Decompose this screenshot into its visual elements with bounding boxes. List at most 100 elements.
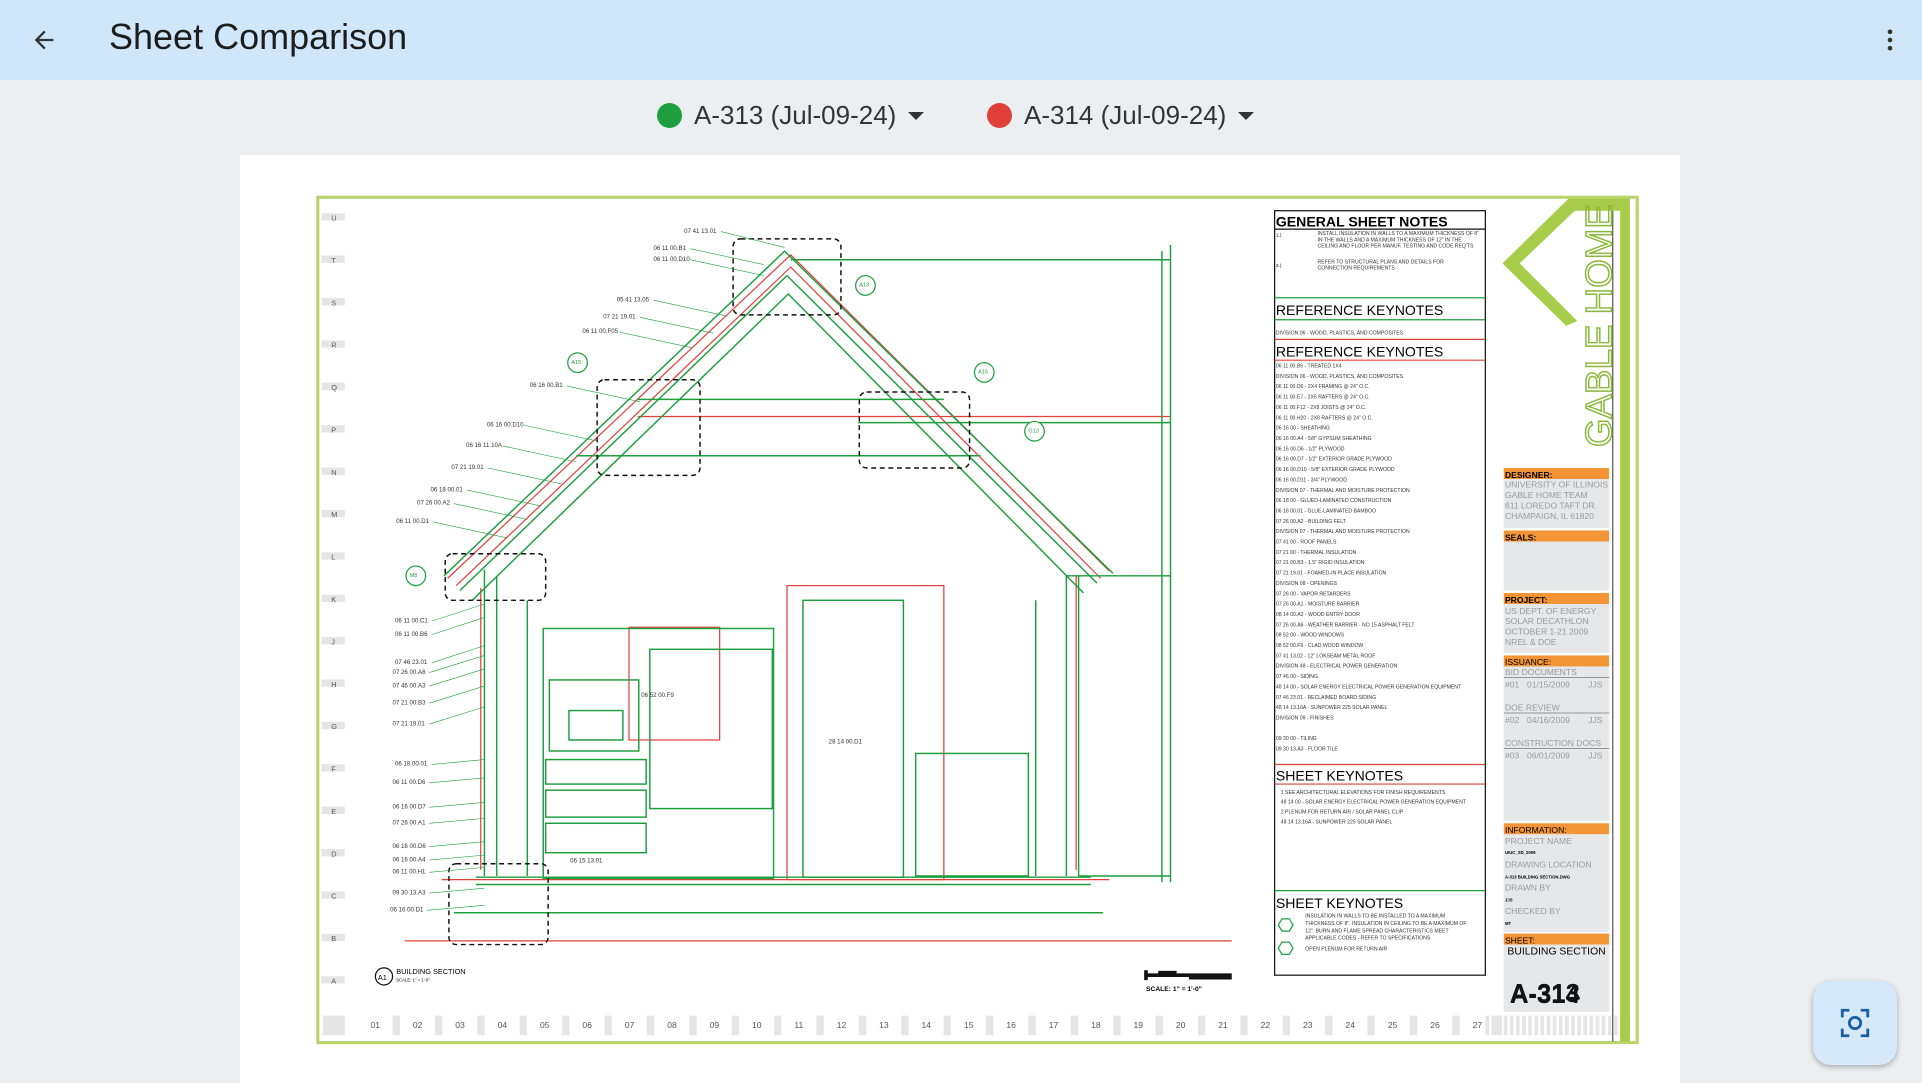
note-num: 1.) bbox=[1276, 232, 1282, 238]
keynote-label: 06 16 00.A4 bbox=[393, 856, 427, 863]
callout-label: M8 bbox=[410, 573, 418, 579]
grid-col-marker bbox=[816, 1015, 824, 1036]
grid-col-label: 09 bbox=[710, 1020, 720, 1030]
keynote-label: 06 16 00.D10 bbox=[487, 421, 524, 428]
sheet-keynote-line: INSULATION IN WALLS TO BE INSTALLED TO A… bbox=[1305, 914, 1445, 920]
grid-col-marker bbox=[646, 1015, 655, 1036]
leader-line bbox=[566, 385, 641, 403]
grid-tick bbox=[1534, 1015, 1539, 1036]
grid-col-marker bbox=[1028, 1015, 1036, 1036]
grid-col-marker bbox=[1240, 1015, 1248, 1036]
leader-line bbox=[431, 759, 485, 765]
grid-col-label: 13 bbox=[879, 1020, 889, 1030]
sheet-keynotes-title-2: SHEET KEYNOTES bbox=[1276, 895, 1403, 911]
reference-keynote-line: 07 21 19.01 - FOAMED-IN PLACE INSULATION bbox=[1276, 571, 1387, 577]
keynote-label: 06 18 00.01 bbox=[395, 761, 428, 768]
leader-line bbox=[429, 854, 485, 861]
grid-col-marker bbox=[477, 1015, 485, 1036]
sheet-keynote-line: 12". BURN AND FLAME SPREAD CHARACTERISTI… bbox=[1305, 928, 1449, 934]
drawing-location: A-313 BUILDING SECTION.DWG bbox=[1505, 874, 1571, 879]
reference-keynote-line: 06 16 00.D11 - 3/4" PLYWOOD bbox=[1276, 477, 1347, 483]
screenshot-capture-button[interactable] bbox=[1813, 981, 1897, 1065]
leader-line bbox=[431, 603, 485, 622]
grid-corner bbox=[322, 1015, 345, 1036]
keynote-label: 07 21 19.01 bbox=[393, 720, 426, 727]
reference-keynote-line: 08 52 00 - WOOD WINDOWS bbox=[1276, 633, 1345, 639]
grid-tick bbox=[1497, 1015, 1502, 1036]
grid-tick bbox=[1546, 1015, 1551, 1036]
grid-col-label: 16 bbox=[1006, 1020, 1016, 1030]
inner-label: 06 52 00.F9 bbox=[641, 692, 674, 699]
project-label: PROJECT: bbox=[1505, 595, 1547, 605]
note-num: 2.) bbox=[1276, 263, 1282, 269]
drawn-by-label: DRAWN BY bbox=[1505, 883, 1551, 893]
grid-col-label: 12 bbox=[837, 1020, 847, 1030]
grid-row-label: K bbox=[331, 595, 336, 604]
leader-line bbox=[488, 467, 562, 485]
grid-col-label: 20 bbox=[1176, 1020, 1186, 1030]
grid-row-label: C bbox=[331, 892, 337, 901]
ref-division: DIVISION 06 - WOOD, PLASTICS, AND COMPOS… bbox=[1276, 330, 1404, 336]
leader-line bbox=[429, 802, 485, 808]
grid-col-label: 26 bbox=[1430, 1020, 1440, 1030]
keynote-label: 06 11 00.D6 bbox=[393, 779, 426, 786]
reference-keynote-line: DIVISION 07 - THERMAL AND MOISTURE PROTE… bbox=[1276, 488, 1410, 494]
grid-col-label: 21 bbox=[1218, 1020, 1228, 1030]
reference-keynote-line: 07 21 00 - THERMAL INSULATION bbox=[1276, 550, 1357, 556]
grid-col-label: 07 bbox=[625, 1020, 635, 1030]
leader-line bbox=[429, 818, 485, 824]
seals-label: SEALS: bbox=[1505, 532, 1537, 542]
reference-keynote-line: DIVISION 06 - WOOD, PLASTICS, AND COMPOS… bbox=[1276, 374, 1404, 380]
grid-col-marker bbox=[985, 1015, 994, 1036]
grid-row-label: T bbox=[331, 256, 336, 265]
reference-keynote-line: DIVISION 48 - ELECTRICAL POWER GENERATIO… bbox=[1276, 664, 1398, 670]
callout-label: A15 bbox=[978, 370, 988, 376]
reference-keynote-line: 07 26 00.A6 - WEATHER BARRIER - NO 15 AS… bbox=[1276, 622, 1415, 628]
reference-keynote-line: 06 16 00.D6 - 1/2" PLYWOOD bbox=[1276, 446, 1345, 452]
grid-tick bbox=[1491, 1015, 1496, 1036]
grid-col-label: 25 bbox=[1388, 1020, 1398, 1030]
reference-keynote-line: DIVISION 08 - OPENINGS bbox=[1276, 581, 1338, 587]
grid-tick bbox=[1515, 1015, 1520, 1036]
section-scale: SCALE: 1" = 1'-0" bbox=[396, 977, 430, 982]
keynote-label: 07 26 00.A6 bbox=[393, 669, 427, 676]
reference-keynote-line: 06 16 00.D7 - 1/2" EXTERIOR GRADE PLYWOO… bbox=[1276, 457, 1392, 463]
project-line: US DEPT. OF ENERGY bbox=[1505, 606, 1597, 616]
grid-row-label: S bbox=[331, 298, 336, 307]
reference-keynote-line: 06 16 00.A4 - 5/8" GYPSUM SHEATHING bbox=[1276, 436, 1372, 442]
issuance-num: #02 bbox=[1505, 715, 1520, 725]
reference-keynote-line: 07 41 13.02 - 12" LOKSEAM METAL ROOF bbox=[1276, 653, 1376, 659]
issuance-by: JJS bbox=[1588, 750, 1603, 760]
grid-row-label: F bbox=[331, 765, 336, 774]
project-line: SOLAR DECATHLON bbox=[1505, 616, 1589, 626]
grid-col-label: 23 bbox=[1303, 1020, 1313, 1030]
leader-line bbox=[467, 489, 541, 507]
keynote-label: 06 11 00.C1 bbox=[395, 617, 428, 624]
grid-tick bbox=[1552, 1015, 1557, 1036]
grid-col-marker bbox=[1282, 1015, 1291, 1036]
grid-tick bbox=[1613, 1015, 1618, 1036]
reference-keynote-line: 06 11 00.H20 - 2X8 RAFTERS @ 24" O.C. bbox=[1276, 415, 1373, 421]
grid-row-label: U bbox=[331, 214, 336, 223]
grid-col-marker bbox=[943, 1015, 951, 1036]
keynote-label: 06 16 00.D6 bbox=[393, 843, 427, 850]
grid-tick bbox=[1577, 1015, 1581, 1036]
issuance-date: 01/15/2009 bbox=[1527, 679, 1570, 689]
information-label: INFORMATION: bbox=[1505, 825, 1567, 835]
drawn-by: JJS bbox=[1505, 898, 1513, 903]
leader-line bbox=[431, 645, 485, 664]
reference-keynote-line: 09 30 13.A3 - FLOOR TILE bbox=[1276, 747, 1339, 753]
callout-label: A13 bbox=[859, 283, 869, 289]
grid-row-label: H bbox=[331, 680, 336, 689]
designer-label: DESIGNER: bbox=[1505, 470, 1553, 480]
reference-keynote-line: 06 11 00.F12 - 2X8 JOISTS @ 24" O.C. bbox=[1276, 405, 1366, 411]
keynote-label: 07 21 19.01 bbox=[451, 464, 484, 471]
grid-tick bbox=[1607, 1015, 1612, 1036]
reference-keynote-line: 07 26 00.A1 - MOISTURE BARRIER bbox=[1276, 602, 1360, 608]
sheet-keynote-line: 2 PLENUM FOR RETURN AIR / SOLAR PANEL CL… bbox=[1281, 809, 1404, 815]
keynote-label: 07 41 13.01 bbox=[684, 228, 717, 235]
grid-col-marker bbox=[689, 1015, 697, 1036]
grid-col-label: 18 bbox=[1091, 1020, 1101, 1030]
grid-tick bbox=[1503, 1015, 1508, 1036]
drawing-overlay[interactable]: U T S R Q P N M L K J H G F E D C B A 01 02 03 04 05 06 07 08 09 10… bbox=[0, 0, 1922, 1083]
